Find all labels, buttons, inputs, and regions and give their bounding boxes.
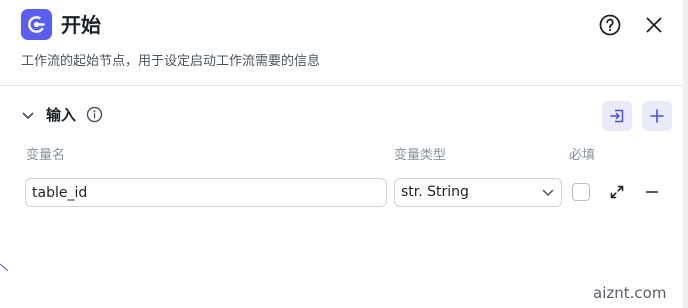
panel-header: 开始 工作流的起始节点，用于设定启动工作流需要的信息 [0,0,683,86]
add-variable-button[interactable] [642,101,672,131]
canvas-edge-line [0,263,8,272]
watermark-text: aiznt.com [593,284,667,302]
chevron-down-icon [542,189,554,196]
column-header-type: 变量类型 [394,148,447,163]
chevron-down-icon [22,112,34,119]
panel-description: 工作流的起始节点，用于设定启动工作流需要的信息 [21,54,321,69]
start-node-panel: 开始 工作流的起始节点，用于设定启动工作流需要的信息 输入 变量名 变量类型 必… [0,0,683,308]
expand-icon [610,185,624,199]
collapse-toggle[interactable] [21,108,35,122]
variable-type-select[interactable]: str. String [394,178,562,207]
plus-icon [650,109,664,123]
expand-button[interactable] [609,184,625,200]
question-circle-icon [599,14,621,36]
variable-type-value: str. String [401,184,469,200]
column-header-name: 变量名 [26,148,66,163]
help-button[interactable] [598,13,622,37]
minus-icon [645,191,659,193]
import-icon [610,109,624,123]
section-title: 输入 [46,106,77,124]
column-header-required: 必填 [569,148,596,163]
scrollbar-track[interactable] [683,0,688,308]
remove-variable-button[interactable] [644,184,660,200]
variable-name-input[interactable] [25,178,387,207]
panel-title: 开始 [61,13,101,37]
start-node-icon [21,9,52,40]
close-icon [646,17,662,33]
close-button[interactable] [642,13,666,37]
info-circle-icon[interactable] [86,106,103,123]
required-checkbox[interactable] [572,183,590,201]
import-button[interactable] [602,101,632,131]
